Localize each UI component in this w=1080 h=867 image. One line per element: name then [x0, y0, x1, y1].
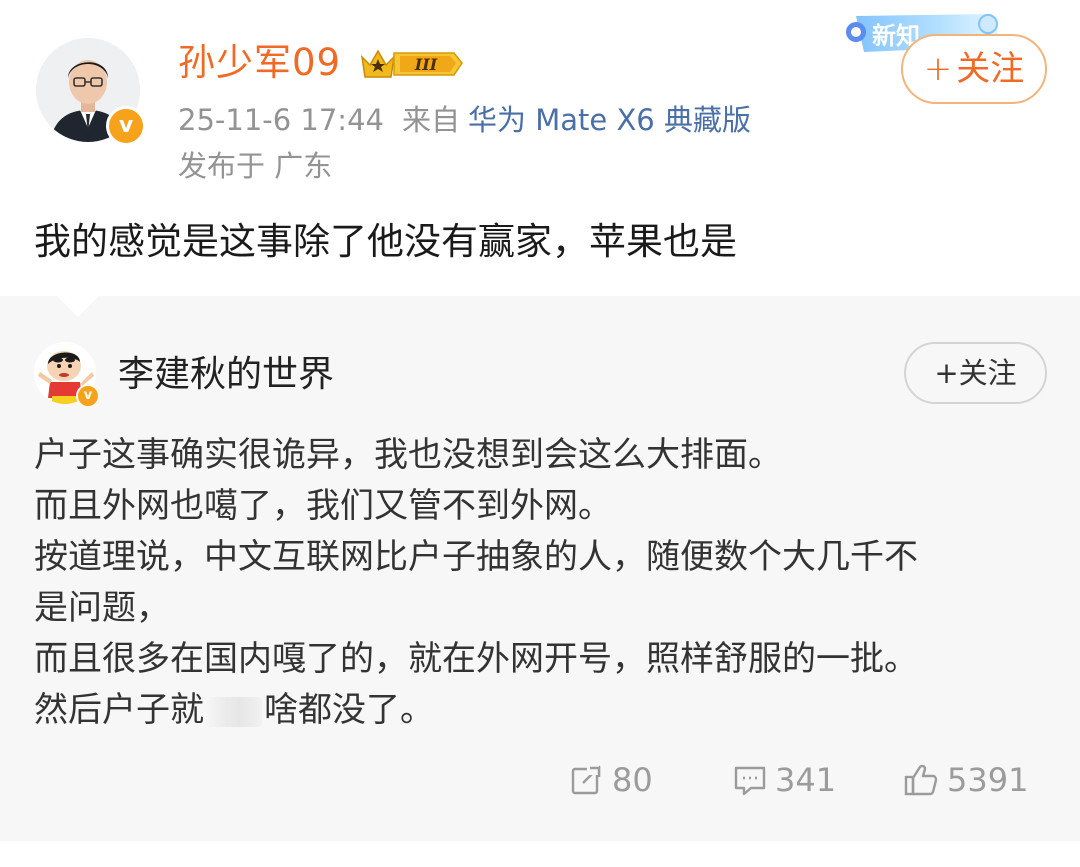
- quoted-follow-button[interactable]: +关注: [904, 342, 1047, 404]
- quoted-text-line: 按道理说，中文互联网比户子抽象的人，随便数个大几千不: [34, 537, 918, 577]
- follow-plus: +: [923, 49, 953, 89]
- quote-notch: [56, 295, 100, 317]
- follow-label: 关注: [956, 49, 1025, 89]
- quoted-verified-badge-icon: v: [76, 384, 100, 408]
- post-text: 我的感觉是这事除了他没有赢家，苹果也是: [34, 220, 737, 263]
- comment-count: 341: [775, 761, 837, 799]
- comment-icon: [734, 766, 766, 796]
- last-line-before: 然后户子就: [34, 690, 204, 730]
- quoted-text-line: 是问题，: [34, 588, 170, 628]
- like-count: 5391: [947, 761, 1029, 799]
- device-link[interactable]: 华为 Mate X6 典藏版: [468, 103, 751, 137]
- quoted-text: 户子这事确实很诡异，我也没想到会这么大排面。 而且外网也噶了，我们又管不到外网。…: [34, 430, 1044, 736]
- quoted-text-line: 户子这事确实很诡异，我也没想到会这么大排面。: [34, 435, 782, 475]
- level-badge-text: III: [414, 55, 438, 74]
- author-name[interactable]: 孙少军09: [178, 40, 341, 86]
- quoted-post[interactable]: v 李建秋的世界 +关注 户子这事确实很诡异，我也没想到会这么大排面。 而且外网…: [0, 295, 1080, 841]
- repost-count: 80: [612, 761, 653, 799]
- level-crown-icon[interactable]: III: [358, 43, 466, 87]
- repost-button[interactable]: 80: [570, 758, 653, 802]
- follow-button[interactable]: + 关注: [901, 34, 1047, 104]
- bottom-divider: [0, 841, 1080, 867]
- comment-button[interactable]: 341: [733, 758, 836, 802]
- last-line-after: 啥都没了。: [264, 690, 434, 730]
- repost-icon: [571, 765, 601, 795]
- quoted-author-name[interactable]: 李建秋的世界: [118, 352, 334, 398]
- post-time: 25-11-6 17:44: [178, 103, 384, 137]
- post-meta: 25-11-6 17:44 来自 华为 Mate X6 典藏版: [178, 100, 751, 140]
- post-region: 发布于 广东: [178, 149, 333, 183]
- like-icon: [904, 764, 938, 796]
- quoted-text-line: 而且外网也噶了，我们又管不到外网。: [34, 486, 612, 526]
- quoted-text-line: 而且很多在国内嘎了的，就在外网开号，照样舒服的一批。: [34, 639, 918, 679]
- like-button[interactable]: 5391: [903, 758, 1028, 802]
- action-bar: 80 341 5391: [0, 758, 1080, 802]
- source-label: 来自: [401, 103, 460, 137]
- quoted-text-line-last: 然后户子就 啥都没了。: [34, 685, 1044, 736]
- weibo-post: v 孙少军09 III 25-11-6 17:44 来自 华为 Mate X6 典藏…: [0, 0, 1080, 296]
- verified-badge-icon: v: [106, 106, 146, 146]
- redacted-emoji: [206, 696, 262, 727]
